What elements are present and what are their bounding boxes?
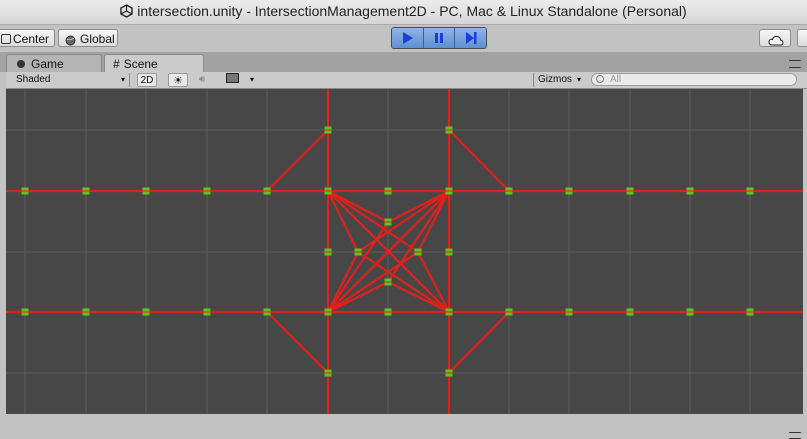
play-icon <box>403 32 414 44</box>
step-button[interactable] <box>455 28 486 48</box>
tab-game-label: Game <box>31 57 64 71</box>
gizmos-dropdown-icon: ▾ <box>576 75 581 84</box>
image-effects-icon <box>226 73 239 83</box>
window-title: intersection.unity - IntersectionManagem… <box>137 3 687 19</box>
shading-mode-dropdown[interactable]: Shaded ▾ <box>8 73 130 87</box>
step-icon <box>465 32 477 44</box>
pause-icon <box>435 33 443 43</box>
scene-search-field[interactable]: All <box>591 73 797 86</box>
window-titlebar: intersection.unity - IntersectionManagem… <box>0 0 807 25</box>
audio-icon: 🔊︎ <box>198 74 206 85</box>
pivot-label: Center <box>13 32 50 46</box>
playback-controls <box>391 27 487 49</box>
space-label: Global <box>80 32 115 46</box>
bottom-panel-strip <box>0 414 807 439</box>
dropdown-icon: ▾ <box>120 75 125 84</box>
game-icon <box>17 60 25 68</box>
tab-menu-icon[interactable] <box>789 60 801 68</box>
image-effects-toggle[interactable]: ▾ <box>222 73 256 87</box>
audio-toggle[interactable]: 🔊︎ <box>192 73 212 87</box>
panel-menu-icon[interactable] <box>789 432 801 439</box>
scene-viewport[interactable] <box>6 89 803 414</box>
scene-canvas[interactable] <box>6 89 803 414</box>
scene-view-toolbar: Shaded ▾ 2D ☀ 🔊︎ ▾ Gizmos ▾ All <box>6 72 807 89</box>
editor-tab-row: Game # Scene <box>0 52 807 72</box>
play-button[interactable] <box>392 28 424 48</box>
window-title-row: intersection.unity - IntersectionManagem… <box>0 3 807 21</box>
tab-scene[interactable]: # Scene <box>104 54 204 72</box>
shading-mode-value: Shaded <box>16 74 51 85</box>
tab-game[interactable]: Game <box>6 54 102 72</box>
pivot-toggle-button[interactable]: Center <box>0 29 55 47</box>
global-icon <box>65 33 76 51</box>
mode-2d-label: 2D <box>140 75 154 86</box>
gizmos-label: Gizmos <box>538 74 572 85</box>
cloud-icon <box>768 33 784 51</box>
search-icon <box>596 75 604 83</box>
unity-logo-icon <box>120 4 133 21</box>
scene-icon: # <box>113 57 120 71</box>
space-toggle-button[interactable]: Global <box>58 29 118 47</box>
pause-button[interactable] <box>423 28 456 48</box>
tab-scene-label: Scene <box>123 57 158 71</box>
scene-search-placeholder: All <box>610 74 622 85</box>
pivot-icon <box>1 34 11 44</box>
cloud-button[interactable] <box>759 29 791 47</box>
lighting-toggle[interactable]: ☀ <box>168 73 188 87</box>
gizmos-dropdown[interactable]: Gizmos ▾ <box>533 73 583 87</box>
light-icon: ☀ <box>173 75 183 87</box>
mode-2d-toggle[interactable]: 2D <box>137 73 157 87</box>
image-effects-dropdown-icon: ▾ <box>249 75 254 84</box>
layers-dropdown-button[interactable] <box>797 29 807 47</box>
